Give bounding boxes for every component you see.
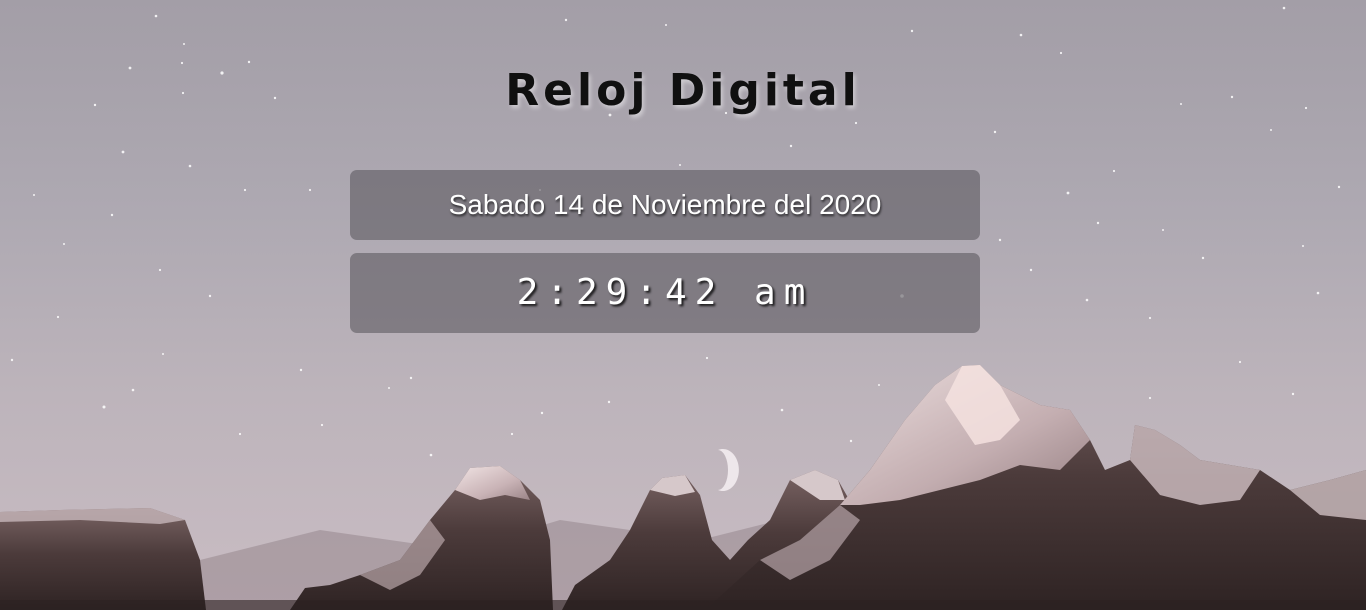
moon	[718, 449, 739, 491]
time-display: 2:29:42 am	[350, 253, 980, 333]
page-title: Reloj Digital	[505, 65, 861, 117]
date-display: Sabado 14 de Noviembre del 2020	[350, 170, 980, 240]
